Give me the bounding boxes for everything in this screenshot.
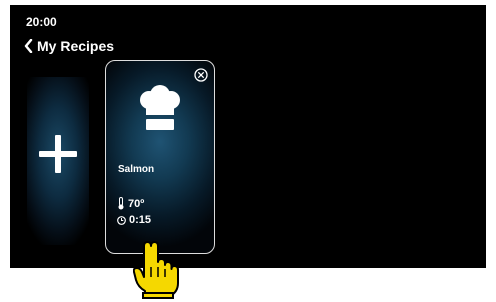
recipe-duration: 0:15 (129, 214, 152, 226)
chevron-left-icon (24, 39, 33, 53)
thermometer-icon (118, 197, 124, 210)
recipe-temperature: 70º (128, 197, 145, 210)
plus-icon (39, 135, 77, 173)
recipe-name: Salmon (118, 164, 155, 175)
hand-pointer-icon (133, 241, 179, 299)
page-title: My Recipes (37, 38, 115, 54)
chef-hat-icon (140, 85, 180, 130)
add-recipe-card[interactable] (27, 77, 89, 245)
duration-row: 0:15 (117, 214, 151, 226)
close-circle-icon[interactable] (194, 68, 208, 82)
temperature-row: 70º (117, 197, 144, 210)
clock-time: 20:00 (26, 15, 57, 29)
recipe-card-salmon[interactable]: Salmon 70º 0:15 (105, 60, 215, 254)
back-button[interactable]: My Recipes (24, 38, 114, 54)
timer-icon (117, 215, 126, 225)
device-screen: 20:00 My Recipes Salmon 70º 0:15 (10, 5, 486, 268)
